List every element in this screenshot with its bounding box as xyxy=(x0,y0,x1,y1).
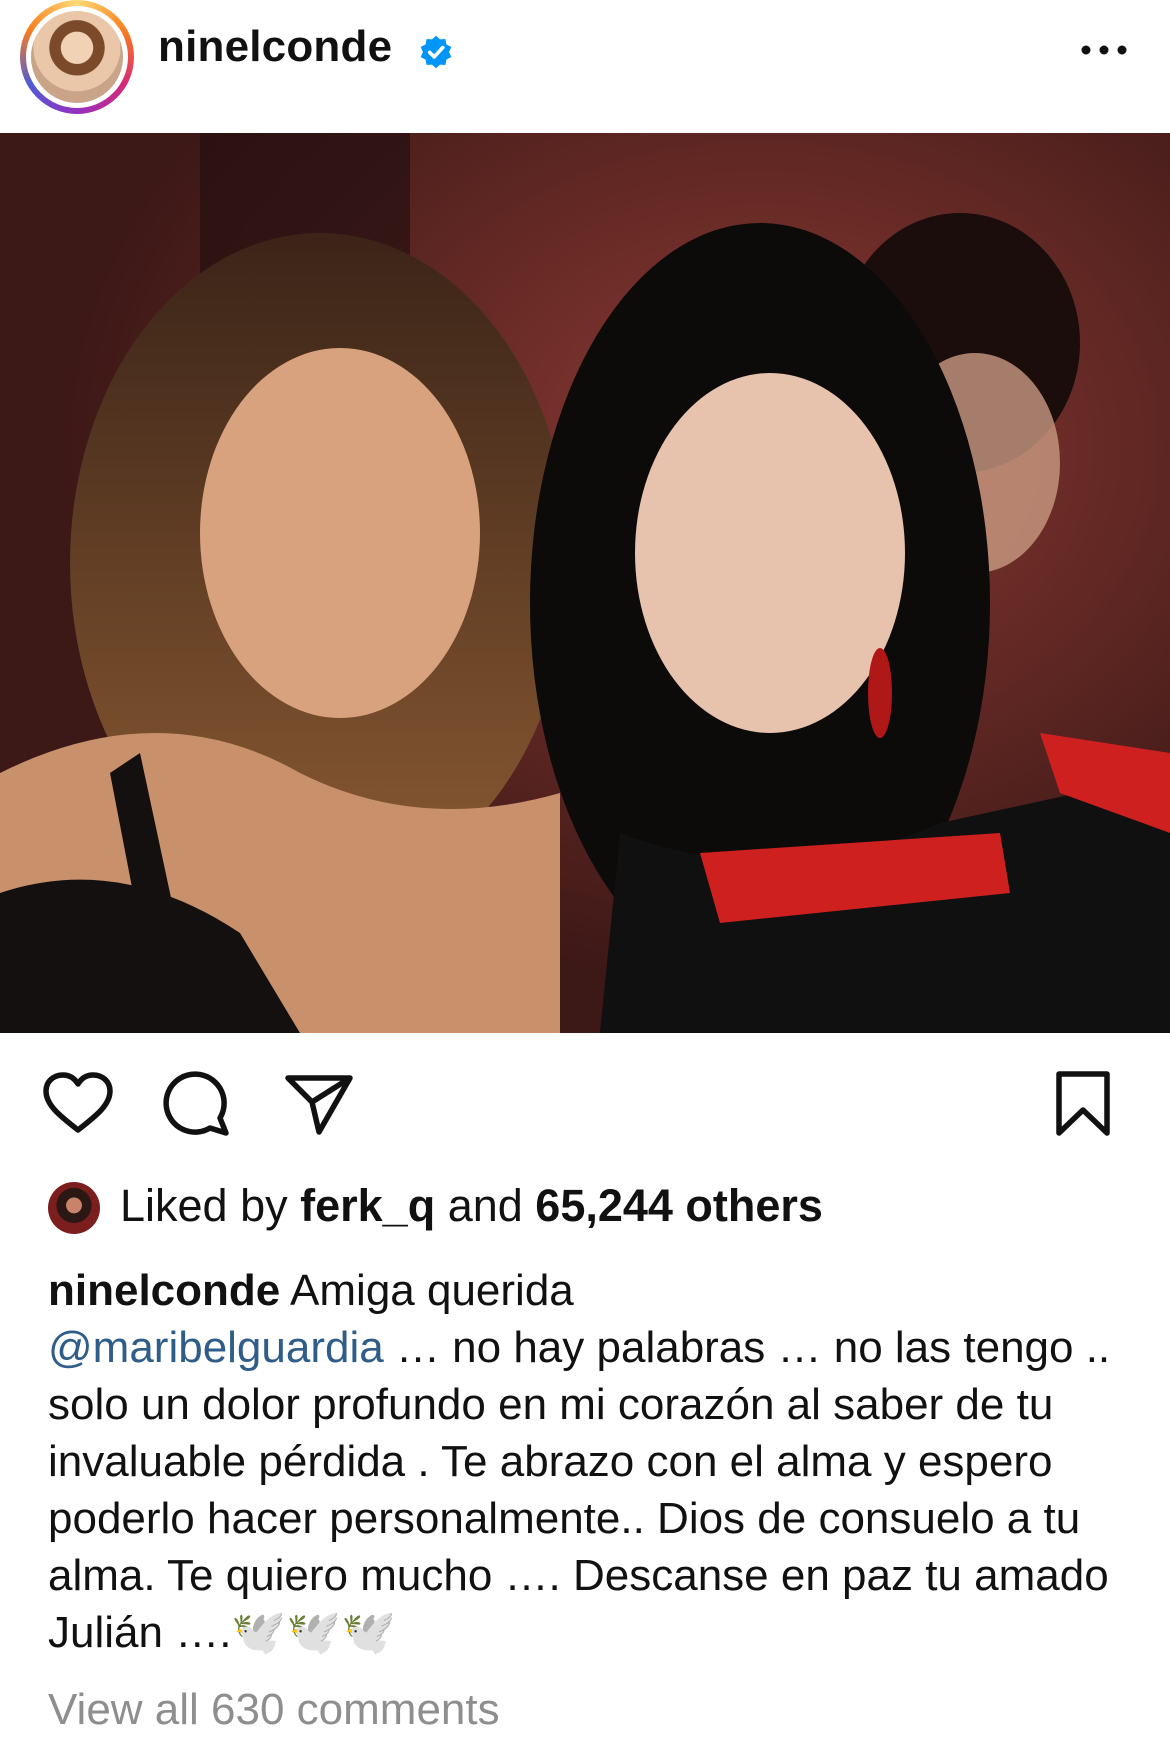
post-caption: ninelconde Amiga querida @maribelguardia… xyxy=(48,1262,1138,1661)
view-all-comments-link[interactable]: View all 630 comments xyxy=(48,1685,500,1735)
likes-count[interactable]: 65,244 others xyxy=(535,1180,823,1231)
heart-icon[interactable] xyxy=(42,1072,114,1136)
profile-avatar[interactable] xyxy=(20,0,134,114)
avatar-image xyxy=(31,11,123,103)
verified-badge-icon xyxy=(420,35,452,69)
likes-text: Liked by ferk_q and 65,244 others xyxy=(120,1180,823,1231)
caption-username[interactable]: ninelconde xyxy=(48,1266,280,1315)
post-header: ninelconde xyxy=(0,0,1170,133)
paper-plane-icon[interactable] xyxy=(284,1072,354,1136)
bookmark-icon[interactable] xyxy=(1054,1070,1112,1138)
action-bar xyxy=(0,1060,1170,1150)
liker-username[interactable]: ferk_q xyxy=(300,1180,435,1231)
liker-avatar xyxy=(48,1182,100,1234)
caption-first-line: Amiga querida xyxy=(280,1266,574,1315)
comment-bubble-icon[interactable] xyxy=(162,1070,232,1140)
caption-mention[interactable]: @maribelguardia xyxy=(48,1323,384,1372)
more-options-icon[interactable] xyxy=(1078,30,1130,70)
post-image-illustration xyxy=(0,133,1170,1033)
post-username[interactable]: ninelconde xyxy=(158,22,392,72)
caption-body: … no hay palabras … no las tengo .. solo… xyxy=(48,1323,1111,1657)
post-image[interactable] xyxy=(0,133,1170,1033)
